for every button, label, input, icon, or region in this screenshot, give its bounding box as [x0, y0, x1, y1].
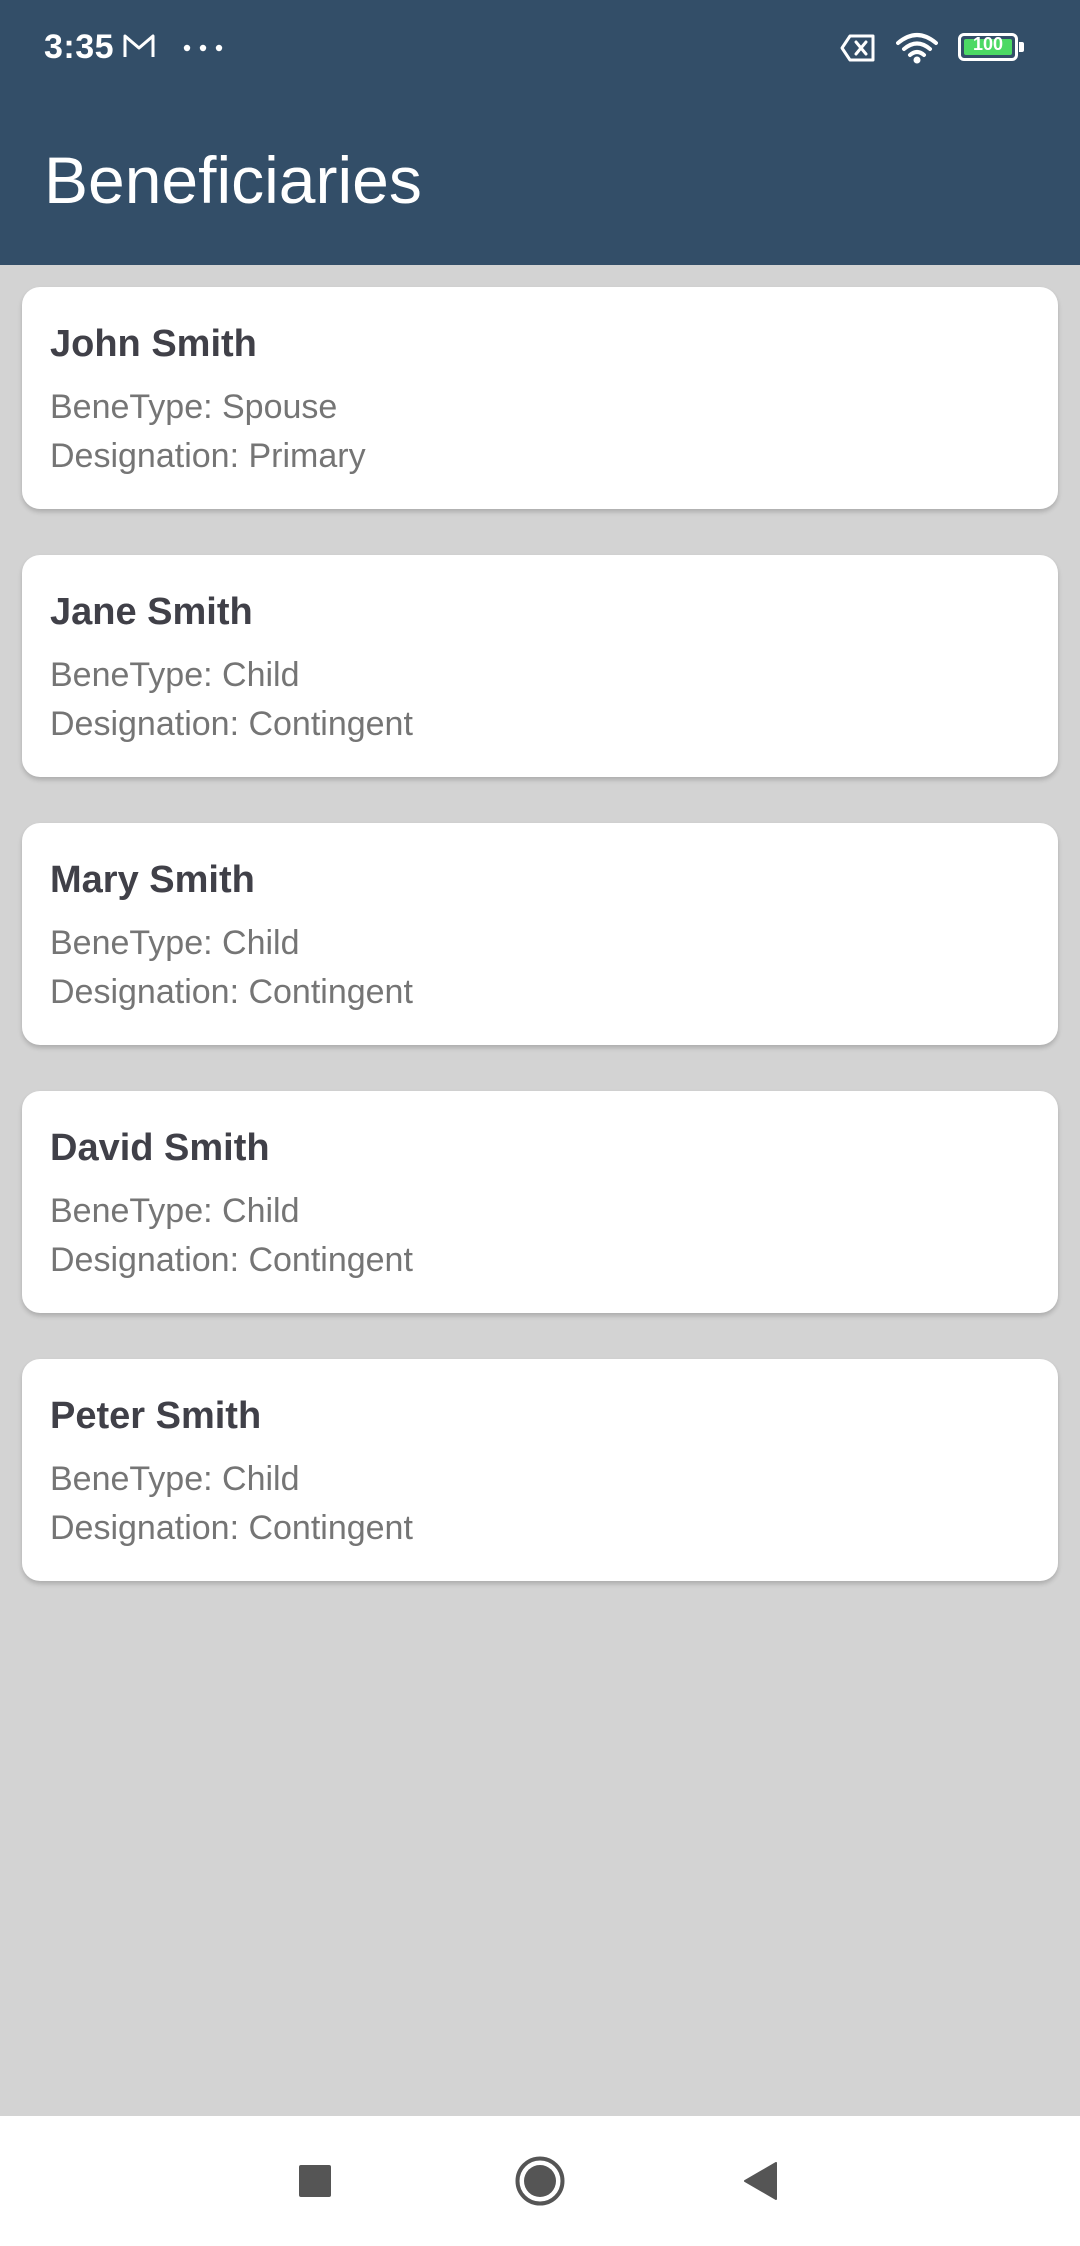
battery-level: 100	[972, 34, 1004, 54]
beneficiary-name: David Smith	[50, 1127, 270, 1169]
status-time: 3:35	[44, 28, 115, 66]
recents-square-icon	[299, 2165, 331, 2197]
beneficiary-designation: Designation: Contingent	[50, 973, 413, 1011]
status-icons: 100	[840, 28, 1024, 68]
home-circle-icon	[515, 2156, 565, 2206]
beneficiary-type: BeneType: Child	[50, 656, 300, 694]
page-title: Beneficiaries	[44, 143, 422, 217]
beneficiary-card[interactable]: John Smith BeneType: Spouse Designation:…	[22, 287, 1058, 509]
more-dots-icon	[183, 44, 223, 52]
recents-button[interactable]	[255, 2116, 375, 2246]
battery-icon: 100	[958, 33, 1024, 63]
beneficiary-type: BeneType: Spouse	[50, 388, 338, 426]
beneficiary-name: Peter Smith	[50, 1395, 262, 1437]
beneficiary-name: Jane Smith	[50, 591, 253, 633]
beneficiary-designation: Designation: Contingent	[50, 1241, 413, 1279]
back-button[interactable]	[700, 2116, 820, 2246]
beneficiary-designation: Designation: Contingent	[50, 1509, 413, 1547]
gmail-icon	[123, 34, 155, 57]
beneficiary-designation: Designation: Primary	[50, 437, 366, 475]
app-header: 3:35 100 Beneficiaries	[0, 0, 1080, 265]
back-triangle-icon	[744, 2162, 777, 2200]
beneficiary-name: Mary Smith	[50, 859, 255, 901]
beneficiary-list: John Smith BeneType: Spouse Designation:…	[22, 287, 1058, 1627]
beneficiary-type: BeneType: Child	[50, 1460, 300, 1498]
system-nav-bar	[0, 2116, 1080, 2246]
beneficiary-card[interactable]: David Smith BeneType: Child Designation:…	[22, 1091, 1058, 1313]
wifi-icon	[896, 33, 938, 64]
beneficiary-card[interactable]: Mary Smith BeneType: Child Designation: …	[22, 823, 1058, 1045]
no-sim-icon	[840, 34, 875, 62]
beneficiary-name: John Smith	[50, 323, 257, 365]
status-bar: 3:35 100	[0, 0, 1080, 95]
beneficiary-type: BeneType: Child	[50, 1192, 300, 1230]
beneficiary-card[interactable]: Peter Smith BeneType: Child Designation:…	[22, 1359, 1058, 1581]
beneficiary-designation: Designation: Contingent	[50, 705, 413, 743]
beneficiary-type: BeneType: Child	[50, 924, 300, 962]
home-button[interactable]	[480, 2116, 600, 2246]
beneficiary-card[interactable]: Jane Smith BeneType: Child Designation: …	[22, 555, 1058, 777]
